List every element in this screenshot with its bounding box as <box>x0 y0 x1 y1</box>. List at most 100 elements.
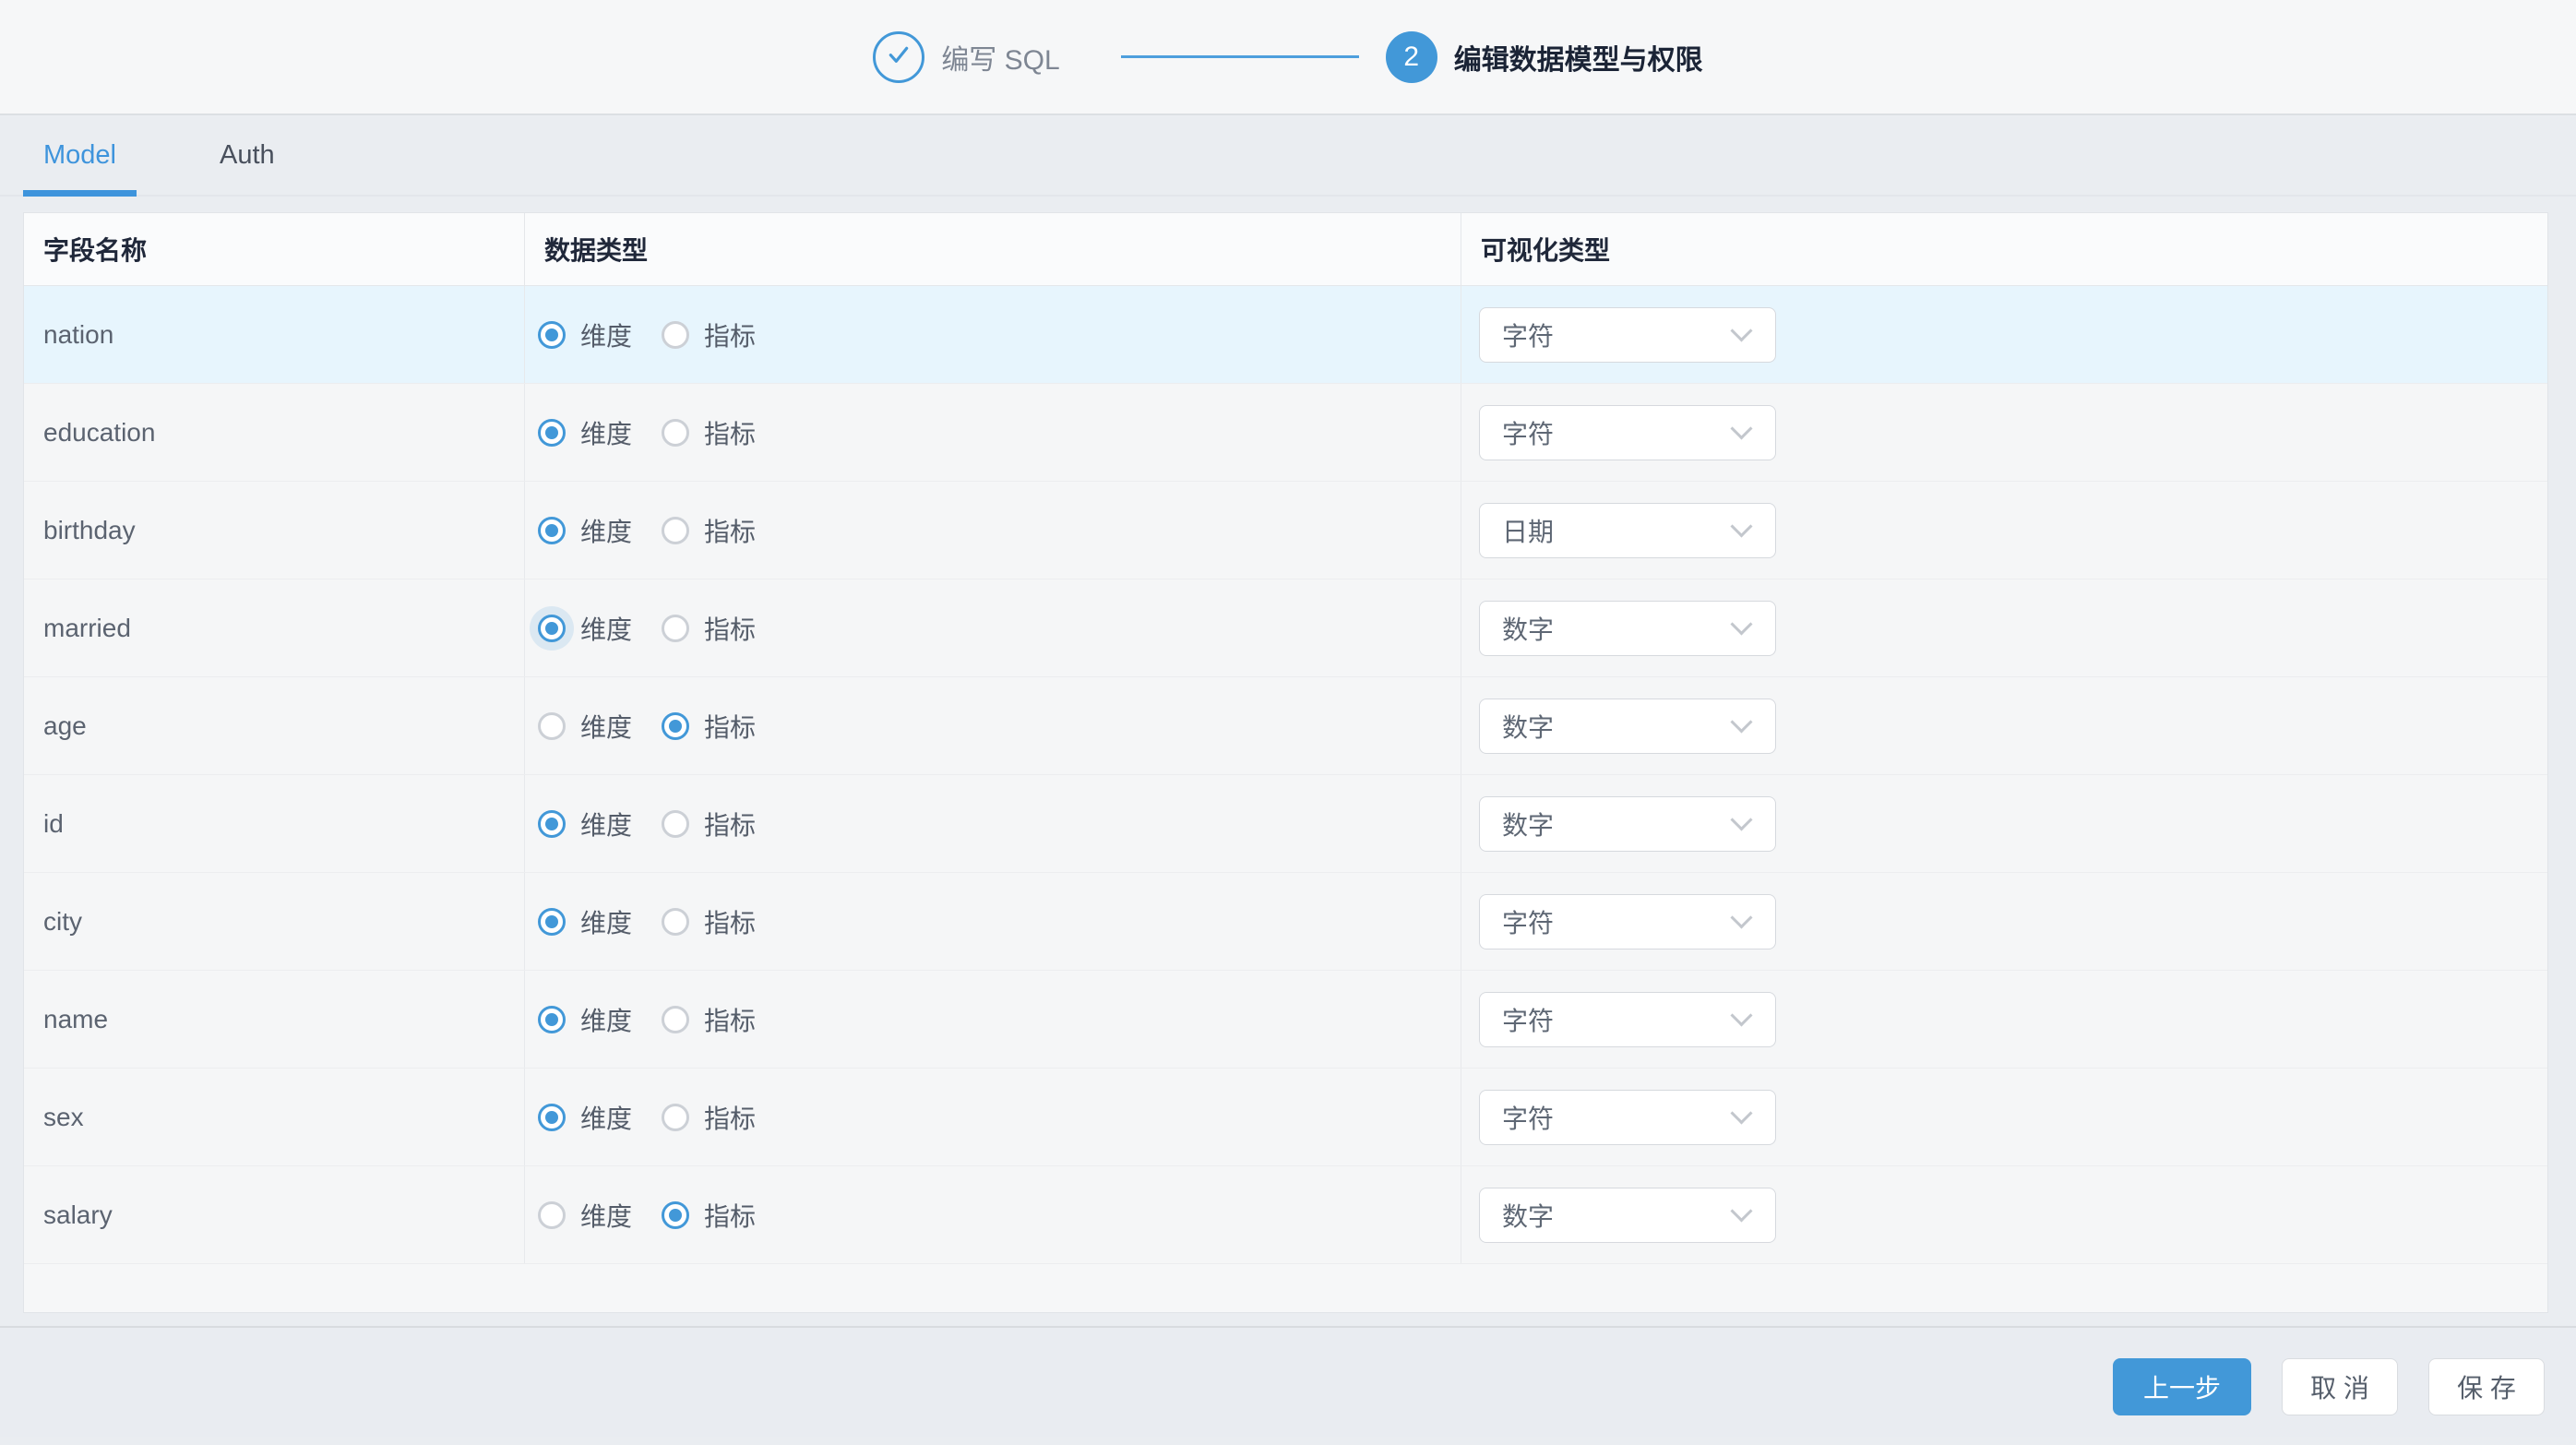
viz-type-cell: 字符 <box>1461 971 2547 1068</box>
metric-radio-option[interactable]: 指标 <box>662 610 756 647</box>
metric-radio[interactable] <box>662 1201 689 1229</box>
metric-radio-option[interactable]: 指标 <box>662 316 756 353</box>
dimension-radio-option[interactable]: 维度 <box>538 1001 632 1038</box>
save-button[interactable]: 保 存 <box>2428 1358 2545 1415</box>
metric-radio-option[interactable]: 指标 <box>662 1001 756 1038</box>
table-row: age 维度 指标 数字 <box>24 677 2547 775</box>
chevron-down-icon <box>1730 515 1752 537</box>
metric-radio[interactable] <box>662 615 689 642</box>
viz-type-value: 数字 <box>1502 610 1554 647</box>
chevron-down-icon <box>1730 1004 1752 1026</box>
metric-radio-label: 指标 <box>704 1197 756 1234</box>
viz-type-cell: 数字 <box>1461 579 2547 676</box>
field-name-cell: name <box>24 971 525 1068</box>
metric-radio[interactable] <box>662 908 689 936</box>
metric-radio[interactable] <box>662 712 689 740</box>
field-name-cell: salary <box>24 1166 525 1263</box>
metric-radio-option[interactable]: 指标 <box>662 903 756 940</box>
table-body: nation 维度 指标 字符 education 维度 <box>24 286 2547 1264</box>
dimension-radio-option[interactable]: 维度 <box>538 903 632 940</box>
metric-radio-option[interactable]: 指标 <box>662 512 756 549</box>
chevron-down-icon <box>1730 1102 1752 1124</box>
step-done-circle <box>873 31 924 83</box>
viz-type-select[interactable]: 字符 <box>1479 307 1776 363</box>
metric-radio-label: 指标 <box>704 1001 756 1038</box>
chevron-down-icon <box>1730 613 1752 635</box>
chevron-down-icon <box>1730 319 1752 341</box>
dimension-radio[interactable] <box>538 712 566 740</box>
viz-type-value: 字符 <box>1502 316 1554 353</box>
viz-type-value: 字符 <box>1502 1001 1554 1038</box>
viz-type-select[interactable]: 数字 <box>1479 1188 1776 1243</box>
dimension-radio-option[interactable]: 维度 <box>538 708 632 745</box>
dimension-radio[interactable] <box>538 419 566 447</box>
cancel-button[interactable]: 取 消 <box>2282 1358 2398 1415</box>
metric-radio-label: 指标 <box>704 1099 756 1136</box>
dimension-radio-option[interactable]: 维度 <box>538 316 632 353</box>
dimension-radio[interactable] <box>538 1201 566 1229</box>
field-name-cell: city <box>24 873 525 970</box>
viz-type-cell: 字符 <box>1461 1069 2547 1165</box>
previous-step-button[interactable]: 上一步 <box>2113 1358 2251 1415</box>
viz-type-select[interactable]: 字符 <box>1479 992 1776 1047</box>
viz-type-select[interactable]: 字符 <box>1479 405 1776 460</box>
chevron-down-icon <box>1730 417 1752 439</box>
dimension-radio[interactable] <box>538 1104 566 1131</box>
metric-radio[interactable] <box>662 1104 689 1131</box>
metric-radio[interactable] <box>662 321 689 349</box>
field-name-cell: birthday <box>24 482 525 579</box>
metric-radio-option[interactable]: 指标 <box>662 1197 756 1234</box>
data-type-cell: 维度 指标 <box>525 482 1461 579</box>
field-name-cell: age <box>24 677 525 774</box>
metric-radio-label: 指标 <box>704 512 756 549</box>
metric-radio-option[interactable]: 指标 <box>662 1099 756 1136</box>
tab-model[interactable]: Model <box>23 115 137 195</box>
metric-radio-label: 指标 <box>704 610 756 647</box>
dimension-radio-label: 维度 <box>580 610 632 647</box>
metric-radio-label: 指标 <box>704 414 756 451</box>
dimension-radio-option[interactable]: 维度 <box>538 1197 632 1234</box>
viz-type-cell: 字符 <box>1461 384 2547 481</box>
dimension-radio[interactable] <box>538 1006 566 1033</box>
step-label: 编辑数据模型与权限 <box>1454 37 1703 78</box>
table-row: nation 维度 指标 字符 <box>24 286 2547 384</box>
dimension-radio-label: 维度 <box>580 512 632 549</box>
wizard-step-bar: 编写 SQL 2 编辑数据模型与权限 <box>0 0 2576 115</box>
metric-radio-label: 指标 <box>704 903 756 940</box>
metric-radio[interactable] <box>662 810 689 838</box>
metric-radio-option[interactable]: 指标 <box>662 806 756 842</box>
metric-radio[interactable] <box>662 1006 689 1033</box>
data-type-cell: 维度 指标 <box>525 971 1461 1068</box>
dimension-radio-option[interactable]: 维度 <box>538 806 632 842</box>
footer-actions: 上一步 取 消 保 存 <box>0 1328 2576 1437</box>
table-row: name 维度 指标 字符 <box>24 971 2547 1069</box>
viz-type-select[interactable]: 数字 <box>1479 699 1776 754</box>
viz-type-select[interactable]: 字符 <box>1479 1090 1776 1145</box>
dimension-radio[interactable] <box>538 615 566 642</box>
viz-type-select[interactable]: 字符 <box>1479 894 1776 949</box>
dimension-radio-option[interactable]: 维度 <box>538 512 632 549</box>
dimension-radio-option[interactable]: 维度 <box>538 414 632 451</box>
field-name-cell: id <box>24 775 525 872</box>
viz-type-select[interactable]: 数字 <box>1479 796 1776 852</box>
viz-type-cell: 数字 <box>1461 677 2547 774</box>
viz-type-select[interactable]: 数字 <box>1479 601 1776 656</box>
dimension-radio[interactable] <box>538 908 566 936</box>
dimension-radio[interactable] <box>538 810 566 838</box>
dimension-radio-option[interactable]: 维度 <box>538 610 632 647</box>
metric-radio[interactable] <box>662 419 689 447</box>
viz-type-select[interactable]: 日期 <box>1479 503 1776 558</box>
metric-radio-option[interactable]: 指标 <box>662 414 756 451</box>
viz-type-cell: 日期 <box>1461 482 2547 579</box>
viz-type-cell: 数字 <box>1461 1166 2547 1263</box>
dimension-radio-label: 维度 <box>580 806 632 842</box>
viz-type-value: 数字 <box>1502 708 1554 745</box>
dimension-radio[interactable] <box>538 321 566 349</box>
dimension-radio-option[interactable]: 维度 <box>538 1099 632 1136</box>
data-type-cell: 维度 指标 <box>525 1166 1461 1263</box>
metric-radio[interactable] <box>662 517 689 544</box>
metric-radio-option[interactable]: 指标 <box>662 708 756 745</box>
data-type-cell: 维度 指标 <box>525 286 1461 383</box>
tab-auth[interactable]: Auth <box>199 115 295 195</box>
dimension-radio[interactable] <box>538 517 566 544</box>
